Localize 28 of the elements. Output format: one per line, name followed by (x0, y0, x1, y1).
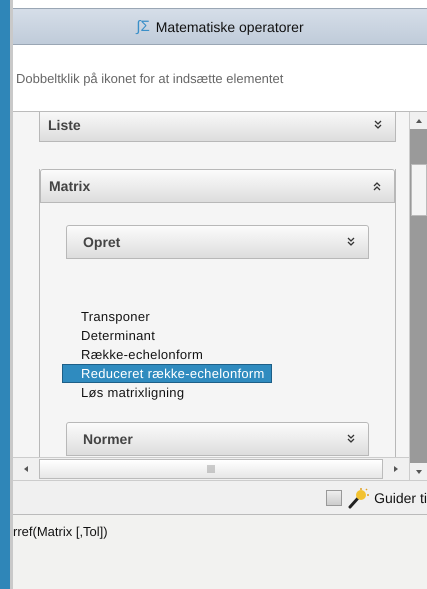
title-icon: ∫Σ (136, 18, 150, 35)
group-header[interactable]: Opret (66, 225, 369, 259)
scroll-thumb[interactable] (411, 164, 427, 216)
operator-item[interactable]: Række-echelonform (66, 345, 210, 364)
wizard-checkbox[interactable] (326, 490, 342, 506)
operator-item[interactable]: Reduceret række-echelonform (62, 364, 272, 383)
horizontal-scrollbar[interactable] (13, 457, 409, 480)
operator-item[interactable]: Determinant (66, 326, 162, 345)
wand-icon (347, 486, 370, 508)
wizard-label: Guider ti (374, 490, 427, 506)
section-header[interactable]: Liste (39, 112, 396, 142)
vertical-scrollbar[interactable] (409, 112, 427, 480)
scroll-right-icon[interactable] (393, 466, 399, 472)
expand-icon[interactable] (373, 120, 383, 130)
hint-text: Dobbeltklik på ikonet for at indsætte elementet (16, 70, 284, 86)
collapse-icon[interactable] (372, 181, 382, 191)
scroll-down-icon[interactable] (416, 468, 422, 474)
scroll-left-icon[interactable] (23, 466, 29, 472)
syntax-text: rref(Matrix [,Tol]) (13, 524, 108, 539)
window-title: Matematiske operatorer (156, 18, 304, 34)
operator-item[interactable]: Transponer (66, 307, 157, 326)
grip-icon (207, 465, 215, 473)
group-header[interactable]: Normer (66, 422, 369, 456)
operator-item[interactable]: Løs matrixligning (66, 383, 192, 402)
scroll-up-icon[interactable] (416, 118, 422, 124)
section-header[interactable]: Matrix (40, 169, 395, 203)
expand-icon[interactable] (346, 237, 356, 247)
expand-icon[interactable] (346, 434, 356, 444)
